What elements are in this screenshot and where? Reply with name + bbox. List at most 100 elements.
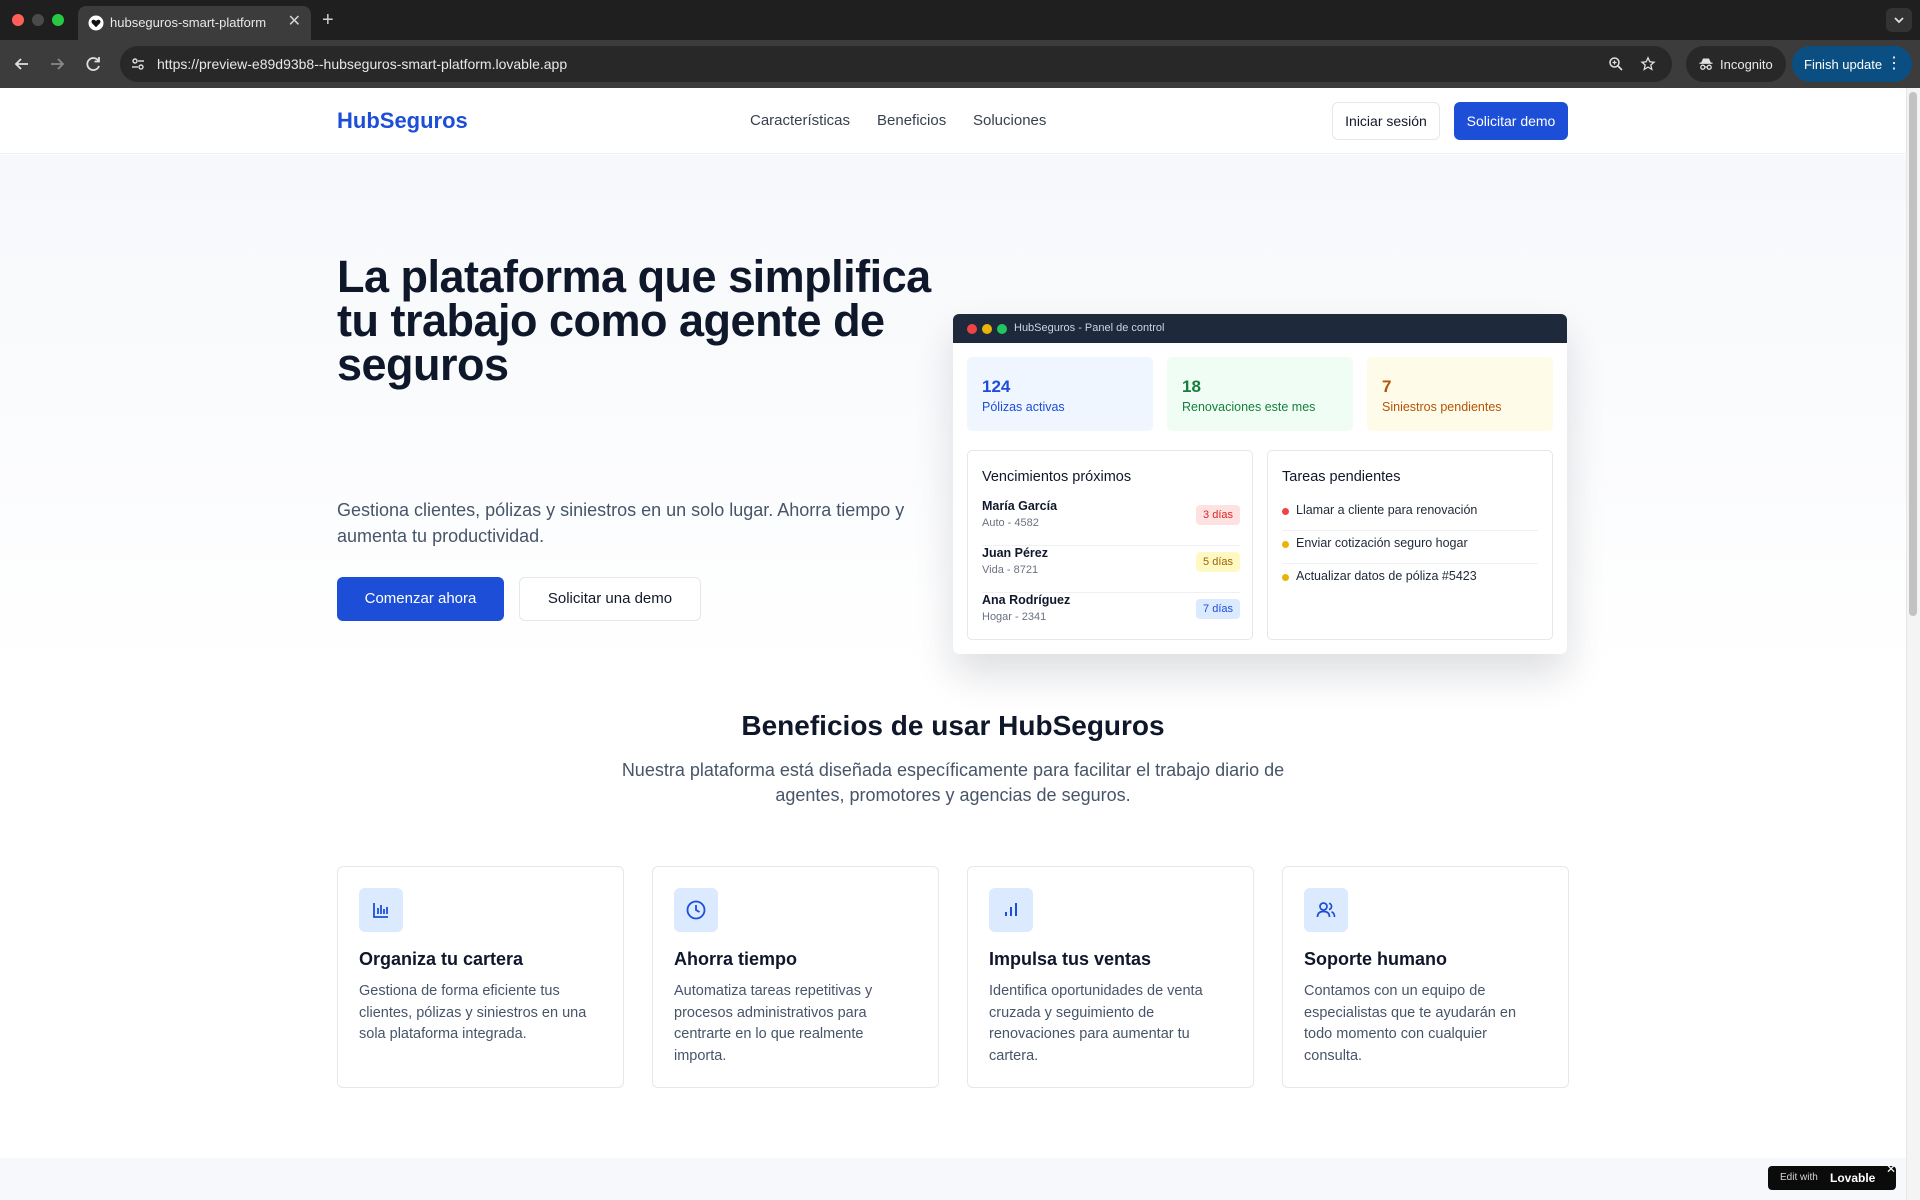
expiration-row[interactable]: Ana Rodríguez Hogar - 2341 7 días [982,593,1240,640]
signal-chart-icon [989,888,1033,932]
reload-icon[interactable] [81,52,105,76]
card-description-line: cartera. [989,1047,1039,1064]
card-description-line: Automatiza tareas repetitivas y [674,983,873,999]
zoom-icon[interactable] [1608,56,1624,72]
stat-value: 7 [1382,377,1392,396]
benefit-card-sales: Impulsa tus ventas Identifica oportunida… [967,866,1254,1088]
site-settings-icon[interactable] [130,56,146,72]
forward-arrow-icon[interactable] [45,52,69,76]
chevron-down-icon [1894,17,1904,24]
stat-card-pending-claims: 7 Siniestros pendientes [1367,357,1553,431]
stat-label: Pólizas activas [982,400,1065,414]
browser-tab-strip: hubseguros-smart-platform ✕ + [0,0,1920,40]
bar-chart-icon [359,888,403,932]
browser-tab[interactable]: hubseguros-smart-platform ✕ [78,6,311,40]
dashboard-window-title: HubSeguros - Panel de control [1014,322,1165,334]
window-close-button[interactable] [12,14,24,26]
policy-detail: Auto - 4582 [982,517,1039,529]
expiration-row[interactable]: María García Auto - 4582 3 días [982,499,1240,546]
client-name: Juan Pérez [982,546,1049,560]
nav-link-caracteristicas[interactable]: Características [750,112,850,129]
site-header: HubSeguros Características Beneficios So… [0,88,1906,154]
stat-value: 124 [982,377,1011,396]
incognito-indicator[interactable]: Incognito [1686,46,1786,82]
days-badge: 3 días [1196,505,1240,525]
window-zoom-button[interactable] [52,14,64,26]
lovable-badge-prefix: Edit with [1780,1172,1818,1183]
browser-menu-icon[interactable]: ⋮ [1886,55,1902,73]
upcoming-expirations-panel: Vencimientos próximos María García Auto … [967,450,1253,640]
benefit-card-support: Soporte humano Contamos con un equipo de… [1282,866,1569,1088]
benefits-subtitle-line: agentes, promotores y agencias de seguro… [775,785,1131,805]
finish-update-label: Finish update [1804,57,1883,72]
clock-icon [674,888,718,932]
task-text: Llamar a cliente para renovación [1296,503,1478,517]
card-title: Impulsa tus ventas [989,949,1152,969]
browser-toolbar: https://preview-e89d93b8--hubseguros-sma… [0,40,1920,88]
task-item[interactable]: Actualizar datos de póliza #5423 [1282,564,1538,597]
logo[interactable]: HubSeguros [337,108,468,134]
hero-title: La plataforma que simplifica tu trabajo … [337,251,931,390]
tab-title: hubseguros-smart-platform [110,15,267,30]
nav-link-beneficios[interactable]: Beneficios [877,112,946,129]
card-description-line: Contamos con un equipo de [1304,983,1486,999]
window-minimize-button[interactable] [32,14,44,26]
benefit-card-organize: Organiza tu cartera Gestiona de forma ef… [337,866,624,1088]
stat-value: 18 [1182,377,1201,396]
finish-update-button[interactable]: Finish update ⋮ [1792,46,1912,82]
panel-title: Vencimientos próximos [982,469,1132,485]
task-text: Enviar cotización seguro hogar [1296,536,1468,550]
card-description-line: importa. [674,1047,727,1064]
new-tab-button[interactable]: + [322,8,334,32]
card-title: Organiza tu cartera [359,949,524,969]
card-title: Soporte humano [1304,949,1447,969]
card-description-line: Identifica oportunidades de venta [989,983,1203,999]
benefits-subtitle: Nuestra plataforma está diseñada específ… [553,758,1353,808]
page-scrollbar[interactable] [1906,88,1920,1200]
heart-favicon-icon [88,15,104,31]
url-text: https://preview-e89d93b8--hubseguros-sma… [157,56,568,72]
back-arrow-icon[interactable] [10,52,34,76]
bookmark-star-icon[interactable] [1640,56,1656,72]
tab-close-icon[interactable]: ✕ [288,12,301,32]
task-priority-dot [1282,541,1289,548]
policy-detail: Vida - 8721 [982,564,1039,576]
task-item[interactable]: Enviar cotización seguro hogar [1282,531,1538,564]
card-description-line: todo momento con cualquier [1304,1026,1487,1042]
stat-card-renewals: 18 Renovaciones este mes [1167,357,1353,431]
nav-link-soluciones[interactable]: Soluciones [973,112,1046,129]
request-demo-button[interactable]: Solicitar demo [1454,102,1568,140]
mock-minimize-dot [982,324,992,334]
stat-card-active-policies: 124 Pólizas activas [967,357,1153,431]
hero-section: La plataforma que simplifica tu trabajo … [0,155,1906,681]
edit-with-lovable-badge[interactable]: Edit with Lovable ✕ [1768,1162,1896,1190]
client-name: María García [982,499,1058,513]
address-bar[interactable]: https://preview-e89d93b8--hubseguros-sma… [120,46,1672,82]
card-description-line: clientes, pólizas y siniestros en una [359,1004,587,1021]
card-description-line: especialistas que te ayudarán en [1304,1004,1517,1021]
hero-subtitle: Gestiona clientes, pólizas y siniestros … [337,497,917,549]
login-button[interactable]: Iniciar sesión [1332,102,1440,140]
card-description: Automatiza tareas repetitivas y procesos… [674,981,919,1067]
expiration-row[interactable]: Juan Pérez Vida - 8721 5 días [982,546,1240,593]
task-priority-dot [1282,508,1289,515]
incognito-label: Incognito [1720,57,1773,72]
close-icon[interactable]: ✕ [1886,1162,1896,1176]
card-description-line: cruzada y seguimiento de [989,1004,1155,1021]
days-badge: 5 días [1196,552,1240,572]
dashboard-preview: HubSeguros - Panel de control 124 Póliza… [953,314,1567,654]
tab-search-button[interactable] [1886,8,1912,32]
card-description-line: consulta. [1304,1047,1363,1064]
benefits-subtitle-line: Nuestra plataforma está diseñada específ… [621,760,1285,780]
card-description-line: renovaciones para aumentar tu [989,1026,1190,1042]
request-a-demo-button[interactable]: Solicitar una demo [519,577,701,621]
scrollbar-thumb[interactable] [1909,92,1917,616]
page: HubSeguros Características Beneficios So… [0,88,1920,1200]
card-description-line: procesos administrativos para [674,1004,867,1021]
task-item[interactable]: Llamar a cliente para renovación [1282,498,1538,531]
benefits-title: Beneficios de usar HubSeguros [741,710,1165,741]
dashboard-titlebar: HubSeguros - Panel de control [953,314,1567,343]
mock-close-dot [967,324,977,334]
start-now-button[interactable]: Comenzar ahora [337,577,504,621]
task-text: Actualizar datos de póliza #5423 [1296,569,1477,583]
